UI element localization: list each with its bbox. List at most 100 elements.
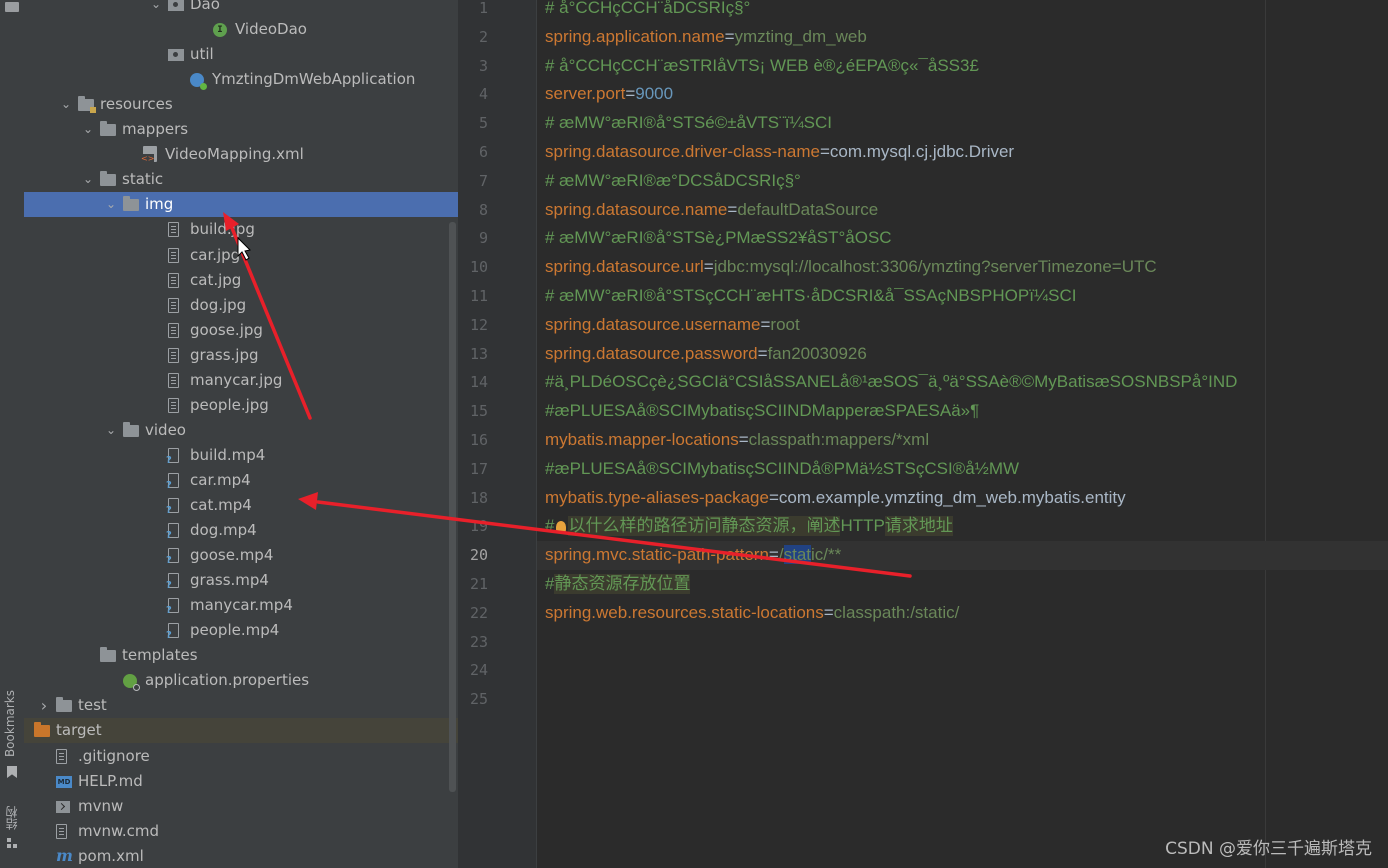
- tree-item-label: build.mp4: [190, 445, 266, 464]
- code-editor[interactable]: # å°CCHçCCH¨åDCSRIç§° spring.application.…: [537, 0, 1388, 868]
- code-line[interactable]: spring.datasource.password=fan20030926: [545, 340, 867, 369]
- code-line[interactable]: spring.datasource.url=jdbc:mysql://local…: [545, 253, 1157, 282]
- tree-item-mappers[interactable]: ⌄ mappers: [24, 117, 458, 142]
- tree-item-manycar-mp4[interactable]: manycar.mp4: [24, 593, 458, 618]
- code-token: jdbc:mysql://localhost:3306/ymzting?serv…: [713, 257, 1157, 277]
- code-line[interactable]: # æMW°æRI®å°STSé©±åVTS¨ï¼SCI: [545, 109, 832, 138]
- code-line[interactable]: # 以什么样的路径访问静态资源，阐述HTTP请求地址: [545, 512, 953, 541]
- tree-item-ymztingdmwebapplication[interactable]: YmztingDmWebApplication: [24, 67, 458, 92]
- tree-item-resources[interactable]: ⌄ resources: [24, 92, 458, 117]
- tree-item-video[interactable]: ⌄ video: [24, 418, 458, 443]
- chevron-down-icon[interactable]: ⌄: [78, 167, 98, 192]
- tree-item-dog-mp4[interactable]: dog.mp4: [24, 518, 458, 543]
- code-line[interactable]: # æMW°æRI®å°STSçCCH¨æHTS·åDCSRI&å¯SSAçNB…: [545, 282, 1076, 311]
- tree-item-grass-jpg[interactable]: grass.jpg: [24, 343, 458, 368]
- code-token: stat: [783, 545, 811, 565]
- code-line[interactable]: spring.datasource.driver-class-name=com.…: [545, 138, 1014, 167]
- code-line[interactable]: # æMW°æRI®å°STSè¿PMæSS2¥åST°åOSC: [545, 224, 892, 253]
- package-icon: [168, 0, 184, 11]
- tree-item-label: manycar.jpg: [190, 370, 283, 389]
- tree-item-label: application.properties: [145, 671, 310, 690]
- code-line[interactable]: server.port=9000: [545, 80, 673, 109]
- tree-item-img[interactable]: ⌄ img: [24, 192, 458, 218]
- tree-item-label: video: [145, 420, 186, 439]
- bookmarks-tool-tab[interactable]: Bookmarks: [3, 690, 17, 757]
- image-file-icon: [168, 397, 179, 413]
- tree-item-test[interactable]: › test: [24, 693, 458, 718]
- line-number: 8: [478, 200, 488, 219]
- tree-item-build-jpg[interactable]: build.jpg: [24, 217, 458, 242]
- code-line[interactable]: spring.datasource.username=root: [545, 311, 800, 340]
- code-token: spring.datasource.driver-class-name: [545, 142, 820, 161]
- tree-item-people-jpg[interactable]: people.jpg: [24, 393, 458, 418]
- chevron-down-icon[interactable]: ⌄: [56, 92, 76, 117]
- code-line[interactable]: mybatis.type-aliases-package=com.example…: [545, 484, 1126, 513]
- tree-item-dao[interactable]: ⌄ Dao: [24, 0, 458, 17]
- code-line[interactable]: #æPLUESAå®SCIMybatisçSCIINDå®PMä½STSçCSI…: [545, 455, 1019, 484]
- tree-item-cat-mp4[interactable]: cat.mp4: [24, 493, 458, 518]
- unknown-file-icon: [166, 523, 179, 541]
- code-line[interactable]: spring.application.name=ymzting_dm_web: [545, 23, 867, 52]
- tree-item-build-mp4[interactable]: build.mp4: [24, 443, 458, 468]
- tree-item-goose-mp4[interactable]: goose.mp4: [24, 543, 458, 568]
- line-number: 2: [478, 27, 488, 46]
- tree-item-videodao[interactable]: I VideoDao: [24, 17, 458, 42]
- tree-item-goose-jpg[interactable]: goose.jpg: [24, 318, 458, 343]
- tree-item-static[interactable]: ⌄ static: [24, 167, 458, 192]
- tree-item-label: mvnw.cmd: [78, 821, 160, 840]
- folder-icon: [56, 697, 72, 713]
- tree-item-dog-jpg[interactable]: dog.jpg: [24, 293, 458, 318]
- code-line[interactable]: spring.datasource.name=defaultDataSource: [545, 196, 878, 225]
- tree-item-label: pom.xml: [78, 846, 144, 865]
- tree-item-label: build.jpg: [190, 220, 255, 239]
- tree-item-car-mp4[interactable]: car.mp4: [24, 468, 458, 493]
- code-line[interactable]: #ä¸PLDéOSCçè¿SGCIä°CSIåSSANELå®¹æSOS¯ä¸º…: [545, 368, 1237, 397]
- tree-item-util[interactable]: util: [24, 42, 458, 67]
- code-line[interactable]: #静态资源存放位置: [545, 570, 691, 599]
- code-line[interactable]: # æMW°æRI®æ°DCSåDCSRIç§°: [545, 167, 801, 196]
- chevron-down-icon[interactable]: ⌄: [78, 117, 98, 142]
- project-tool-icon[interactable]: [5, 2, 19, 12]
- structure-tool-tab[interactable]: 结构: [3, 806, 20, 830]
- tree-item-people-mp4[interactable]: people.mp4: [24, 618, 458, 643]
- tree-item-cat-jpg[interactable]: cat.jpg: [24, 268, 458, 293]
- code-token: =: [819, 142, 830, 161]
- chevron-down-icon[interactable]: ⌄: [101, 192, 121, 217]
- tree-item-pom-xml[interactable]: m pom.xml: [24, 844, 458, 868]
- project-tree-scrollbar[interactable]: [449, 222, 456, 792]
- code-line[interactable]: # å°CCHçCCH¨åDCSRIç§°: [545, 0, 750, 23]
- chevron-right-icon[interactable]: ›: [34, 693, 54, 718]
- code-line[interactable]: # å°CCHçCCH¨æSTRIåVTS¡ WEB è®¿éEPA®ç«¯åS…: [545, 52, 979, 81]
- tree-item-mvnw-cmd[interactable]: mvnw.cmd: [24, 819, 458, 844]
- code-token: # æMW°æRI®å°STSè¿PMæSS2¥åST°åOSC: [545, 228, 892, 248]
- chevron-down-icon[interactable]: ⌄: [146, 0, 166, 17]
- tree-item-label: static: [122, 170, 164, 189]
- code-line[interactable]: #æPLUESAå®SCIMybatisçSCIINDMapperæSPAESA…: [545, 397, 979, 426]
- tree-item-label: resources: [100, 95, 173, 114]
- tree-item-templates[interactable]: templates: [24, 643, 458, 668]
- code-line[interactable]: spring.web.resources.static-locations=cl…: [545, 599, 959, 628]
- bookmark-icon[interactable]: [7, 766, 17, 778]
- code-token: spring.datasource.username: [545, 314, 761, 334]
- tree-item-application-properties[interactable]: application.properties: [24, 668, 458, 693]
- line-number: 18: [469, 488, 488, 507]
- tree-item-manycar-jpg[interactable]: manycar.jpg: [24, 368, 458, 393]
- tree-item-target[interactable]: › target: [24, 718, 458, 744]
- spring-app-class-icon: [190, 73, 207, 91]
- folder-icon: [123, 421, 139, 437]
- chevron-down-icon[interactable]: ⌄: [101, 418, 121, 443]
- tree-item-grass-mp4[interactable]: grass.mp4: [24, 568, 458, 593]
- code-line[interactable]: spring.mvc.static-path-pattern=/static/*…: [545, 541, 841, 570]
- tree-item-gitignore[interactable]: .gitignore: [24, 744, 458, 769]
- structure-icon[interactable]: [7, 838, 17, 848]
- code-token: spring.datasource.name: [545, 199, 728, 219]
- tree-item-help-md[interactable]: MD HELP.md: [24, 769, 458, 794]
- code-line[interactable]: mybatis.mapper-locations=classpath:mappe…: [545, 426, 929, 455]
- code-token: classpath:mappers/*xml: [748, 430, 930, 449]
- intention-bulb-icon[interactable]: [556, 520, 567, 533]
- tree-item-car-jpg[interactable]: car.jpg: [24, 243, 458, 268]
- tree-item-label: YmztingDmWebApplication: [212, 70, 416, 89]
- tree-item-videomapping-xml[interactable]: VideoMapping.xml: [24, 142, 458, 167]
- tree-item-mvnw[interactable]: mvnw: [24, 794, 458, 819]
- chevron-right-icon[interactable]: ›: [24, 718, 32, 743]
